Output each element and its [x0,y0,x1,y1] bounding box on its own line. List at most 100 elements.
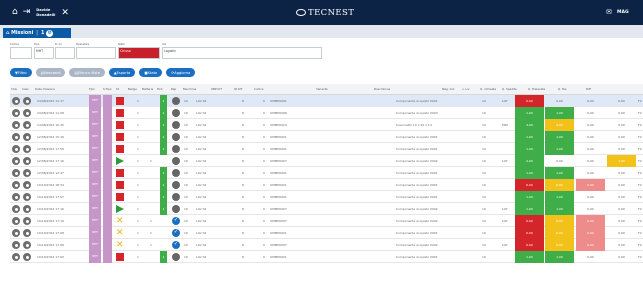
column-header[interactable]: Cass [22,87,29,91]
cancel-mission-button[interactable] [23,145,31,153]
pick-icon[interactable] [172,97,180,105]
column-header[interactable]: Diff [586,87,591,91]
pick-icon[interactable] [172,205,180,213]
column-header[interactable]: Descrizione [374,87,390,91]
cancel-mission-button[interactable] [23,217,31,225]
column-header[interactable]: Codice [254,87,263,91]
filter-field[interactable] [55,47,75,59]
close-mission-button[interactable] [12,109,20,117]
cancel-mission-button[interactable] [23,205,31,213]
close-mission-button[interactable] [12,217,20,225]
close-mission-button[interactable] [12,157,20,165]
column-header[interactable]: Q. richiesta [480,87,496,91]
cancel-mission-button[interactable] [23,253,31,261]
logout-icon[interactable]: ⇥ [23,8,31,17]
column-header[interactable]: Q. Dis. [558,87,567,91]
table-row[interactable]: 10/10/2022 18:34 MHT 1 1 10 LAV 02 8 0 UMMP0001 C… [10,179,643,191]
close-mission-button[interactable] [12,133,20,141]
close-icon[interactable]: ✕ [61,8,69,18]
column-header[interactable]: Rep [171,87,176,91]
cancel-mission-button[interactable] [23,181,31,189]
toolbar-button[interactable]: ■ Stato [139,68,163,77]
close-mission-button[interactable] [12,169,20,177]
table-row[interactable]: 10/10/2022 17:57 MHT 1 1 10 LAV 02 8 0 UMMP0001 C… [10,191,643,203]
close-mission-button[interactable] [12,181,20,189]
column-header[interactable]: Pick [157,87,163,91]
gear-icon[interactable]: ⚙ [46,29,54,37]
close-mission-button[interactable] [12,229,20,237]
cancel-mission-button[interactable] [23,169,31,177]
table-row[interactable]: 10/10/2022 17:16 MHT ✕ 1 1 10 LAV 02 8 0 UMMP0007… [10,215,643,227]
table-row[interactable]: 12/08/2022 17:56 MHT 1 1 10 LAV 02 8 0 UMMP0001 C… [10,143,643,155]
column-header[interactable]: S.Tipo [103,87,112,91]
close-mission-button[interactable] [12,193,20,201]
pick-icon[interactable] [172,241,180,249]
toolbar-button[interactable]: ⟳ Aggiorna [166,68,196,77]
cancel-mission-button[interactable] [23,193,31,201]
cancel-mission-button[interactable] [23,157,31,165]
close-mission-button[interactable] [12,97,20,105]
pick-icon[interactable] [172,145,180,153]
table-row[interactable]: 10/10/2022 17:06 MHT ✕ 1 1 10 LAV 02 8 0 UMMP0007… [10,239,643,251]
column-header[interactable]: n. Liv [462,87,470,91]
filter-field[interactable]: Chiuso [118,47,160,59]
table-row[interactable]: 10/10/2022 17:08 MHT ✕ 1 1 10 LAV 02 8 0 UMMP0001… [10,227,643,239]
column-header[interactable]: Qt KIT [234,87,243,91]
cancel-mission-button[interactable] [23,133,31,141]
filter-field[interactable]: MHT [34,47,54,59]
pick-icon[interactable] [172,133,180,141]
quantity-cell: 0,00 [587,99,594,103]
column-header[interactable]: Macchina [183,87,196,91]
cancel-mission-button[interactable] [23,109,31,117]
close-mission-button[interactable] [12,241,20,249]
column-header[interactable]: Data missione [35,87,55,91]
mail-icon[interactable]: ✉ [606,8,612,16]
pick-icon[interactable] [172,181,180,189]
table-row[interactable]: 12/08/2022 17:16 MHT 1 1 10 LAV 02 8 0 UMMP0007 C… [10,155,643,167]
pick-icon[interactable] [172,121,180,129]
mail-label[interactable]: MAG [617,10,629,15]
pick-icon[interactable] [172,217,180,225]
column-header[interactable]: Badge [128,87,137,91]
table-row[interactable]: 24/08/2022 11:08 MHT 1 1 10 LAV 02 8 0 UMMP0006 C… [10,107,643,119]
filter-field[interactable] [10,47,32,59]
column-header[interactable]: Q. Spedita [502,87,517,91]
mission-subtype-badge [103,143,112,155]
column-header[interactable]: UBP KIT [211,87,222,91]
close-mission-button[interactable] [12,121,20,129]
table-row[interactable]: 10/10/2022 17:00 MHT 1 1 10 LAV 02 8 0 UMMP0001 C… [10,251,643,263]
table-row[interactable]: 10/10/2022 17:16 MHT 1 1 10 LAV 02 8 0 UMMP0007 C… [10,203,643,215]
table-row[interactable]: 14/08/2022 10:35 MHT 1 1 10 LAV 02 8 0 UMMP0024 C… [10,119,643,131]
filter-field[interactable]: Logistic [162,47,322,59]
toolbar-button[interactable]: ▲ Esporta [108,68,136,77]
cancel-mission-button[interactable] [23,229,31,237]
column-header[interactable]: Mag. Iniz [442,87,455,91]
close-mission-button[interactable] [12,205,20,213]
cancel-mission-button[interactable] [23,97,31,105]
table-row[interactable]: 24/08/2022 11:17 MHT 1 1 10 LAV 02 8 0 UMMP0001 C… [10,95,643,107]
column-header[interactable]: Batteria [142,87,153,91]
close-mission-button[interactable] [12,253,20,261]
column-header[interactable]: Chiu [11,87,17,91]
pick-icon[interactable] [172,193,180,201]
tab-missioni[interactable]: ⌂ Missioni | 1 ⚙ [3,28,71,38]
column-header[interactable]: Q. Prelevata [528,87,545,91]
pick-icon[interactable] [172,229,180,237]
toolbar-button[interactable]: ▤ Nascondi [35,68,66,77]
column-header[interactable]: St [116,87,119,91]
table-row[interactable]: 12/08/2022 15:16 MHT 1 1 10 LAV 02 8 0 UMMP0001 C… [10,131,643,143]
filter-field[interactable] [76,47,116,59]
pick-icon[interactable] [172,169,180,177]
table-row[interactable]: 12/08/2022 12:47 MHT 1 1 10 LAV 02 8 0 UMMP0001 C… [10,167,643,179]
close-mission-button[interactable] [12,145,20,153]
column-header[interactable]: Tipo [89,87,95,91]
cancel-mission-button[interactable] [23,241,31,249]
pick-icon[interactable] [172,253,180,261]
column-header[interactable]: Variante [316,87,328,91]
cancel-mission-button[interactable] [23,121,31,129]
pick-icon[interactable] [172,109,180,117]
toolbar-button[interactable]: ▼ Filtro [10,68,32,77]
pick-icon[interactable] [172,157,180,165]
toolbar-button[interactable]: ▤ Elenco Vista [69,68,105,77]
home-icon[interactable]: ⌂ [12,8,18,17]
